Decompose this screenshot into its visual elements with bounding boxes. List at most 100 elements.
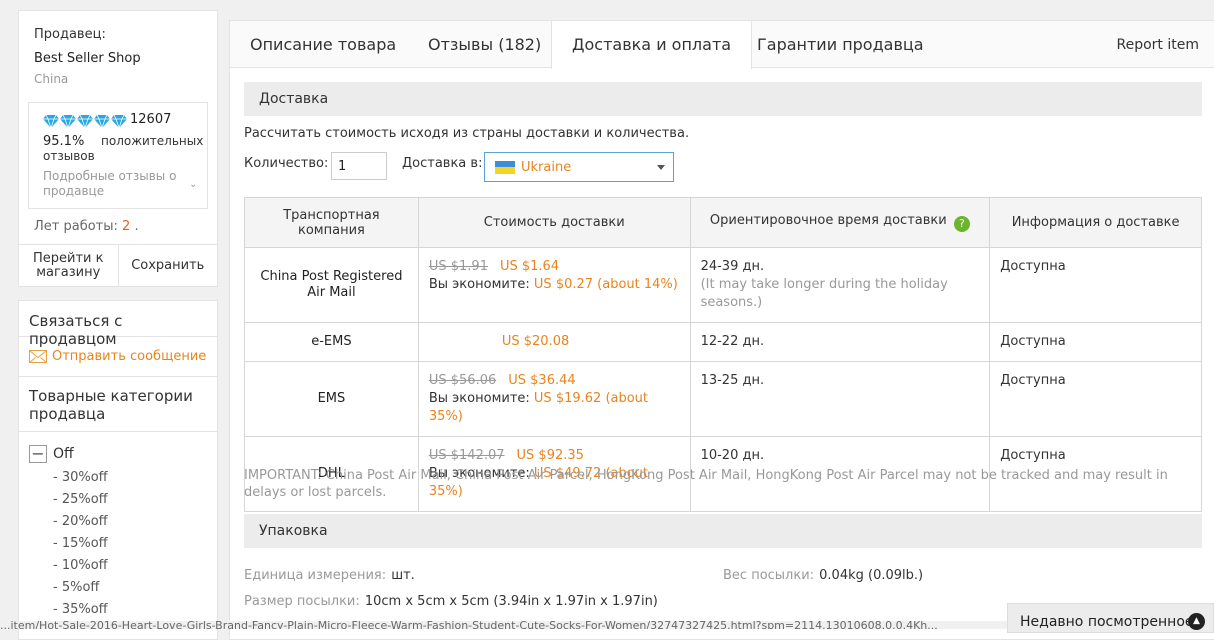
tab-guarantees[interactable]: Гарантии продавца bbox=[737, 21, 944, 68]
tab-reviews[interactable]: Отзывы (182) bbox=[408, 21, 561, 68]
tab-description[interactable]: Описание товара bbox=[230, 21, 416, 68]
table-row: e-EMS US $20.08 12-22 дн. Доступна bbox=[244, 322, 1202, 362]
table-row: EMS US $56.06 US $36.44 Вы экономите: US … bbox=[244, 361, 1202, 437]
seller-actions: Перейти к магазину Сохранить bbox=[19, 244, 217, 286]
carrier-info: Доступна bbox=[989, 361, 1202, 437]
ship-to-country-value: Ukraine bbox=[521, 159, 572, 175]
delivery-time: 13-25 дн. bbox=[700, 373, 765, 388]
carrier-cost: US $1.91 US $1.64 Вы экономите: US $0.27 … bbox=[417, 247, 691, 323]
carrier-info: Доступна bbox=[989, 322, 1202, 362]
ukraine-flag-icon bbox=[495, 160, 515, 174]
quantity-input[interactable] bbox=[331, 152, 387, 180]
go-to-store-button[interactable]: Перейти к магазину bbox=[19, 245, 119, 286]
seller-label: Продавец: bbox=[34, 27, 106, 42]
header-cost: Стоимость доставки bbox=[417, 197, 691, 248]
seller-rating-box: 12607 положительных отзывов 95.1% Подроб… bbox=[28, 102, 208, 209]
seller-shop-name[interactable]: Best Seller Shop bbox=[34, 51, 141, 66]
delivery-time: 24-39 дн. bbox=[700, 259, 765, 274]
packaging-size: Размер посылки: 10cm x 5cm x 5cm (3.94in… bbox=[244, 590, 658, 609]
carrier-cost: US $20.08 bbox=[417, 322, 691, 362]
seller-years-label: Лет работы: bbox=[34, 219, 118, 234]
header-time-label: Ориентировочное время доставки bbox=[709, 213, 947, 228]
carrier-name: China Post Registered Air Mail bbox=[244, 247, 419, 323]
category-item[interactable]: - 5%off bbox=[19, 577, 217, 599]
seller-score: 12607 bbox=[130, 112, 172, 127]
delivery-time: 12-22 дн. bbox=[700, 334, 765, 349]
header-info: Информация о доставке bbox=[989, 197, 1202, 248]
save-label: Вы экономите: bbox=[428, 391, 530, 406]
chevron-down-icon[interactable]: ⌄ bbox=[189, 179, 197, 190]
seller-diamonds bbox=[43, 114, 127, 128]
category-item[interactable]: - 25%off bbox=[19, 489, 217, 511]
packaging-unit-label: Единица измерения: bbox=[244, 568, 387, 583]
tab-shipping[interactable]: Доставка и оплата bbox=[551, 21, 753, 69]
carrier-cost: US $56.06 US $36.44 Вы экономите: US $19.… bbox=[417, 361, 691, 437]
packaging-weight-value: 0.04kg (0.09lb.) bbox=[819, 568, 924, 583]
shipping-section-title: Доставка bbox=[244, 82, 1202, 116]
seller-years-value: 2 bbox=[122, 219, 131, 234]
category-item[interactable]: - 35%off bbox=[19, 599, 217, 621]
price: US $36.44 bbox=[508, 373, 576, 388]
chevron-up-icon[interactable]: ▲ bbox=[1188, 613, 1205, 630]
carrier-name: e-EMS bbox=[244, 322, 419, 362]
header-time: Ориентировочное время доставки ? bbox=[689, 197, 991, 248]
contact-seller-title: Связаться с продавцом bbox=[19, 301, 217, 348]
save-store-button[interactable]: Сохранить bbox=[119, 245, 218, 286]
carrier-time: 13-25 дн. bbox=[689, 361, 991, 437]
detailed-feedback-link[interactable]: Подробные отзывы о продавце bbox=[43, 169, 183, 199]
packaging-unit-value: шт. bbox=[391, 568, 415, 583]
carrier-info: Доступна bbox=[989, 247, 1202, 323]
ship-to-country-select[interactable]: Ukraine bbox=[484, 152, 674, 182]
category-group-label: Off bbox=[53, 446, 74, 462]
category-item[interactable]: - 10%off bbox=[19, 555, 217, 577]
report-item-link[interactable]: Report item bbox=[1117, 21, 1200, 68]
shipping-table: Транспортная компания Стоимость доставки… bbox=[244, 197, 1202, 512]
diamond-icon bbox=[94, 114, 110, 128]
packaging-unit: Единица измерения: шт. bbox=[244, 564, 415, 583]
table-row: China Post Registered Air Mail US $1.91 U… bbox=[244, 247, 1202, 323]
diamond-icon bbox=[43, 114, 59, 128]
diamond-icon bbox=[77, 114, 93, 128]
recently-viewed-label: Недавно посмотренное bbox=[1020, 614, 1194, 630]
category-item[interactable]: - 30%off bbox=[19, 467, 217, 489]
category-group-off[interactable]: − Off bbox=[19, 432, 217, 467]
old-price: US $142.07 bbox=[428, 448, 505, 463]
packaging-size-label: Размер посылки: bbox=[244, 594, 360, 609]
seller-country: China bbox=[34, 72, 69, 86]
price: US $20.08 bbox=[501, 334, 570, 349]
seller-years-suffix: . bbox=[134, 219, 139, 234]
shipping-important-note: IMPORTANT: China Post Air Mail, China Po… bbox=[244, 468, 1168, 500]
price: US $92.35 bbox=[516, 448, 584, 463]
contact-card: Связаться с продавцом Отправить сообщени… bbox=[18, 300, 218, 640]
help-icon[interactable]: ? bbox=[953, 216, 970, 232]
envelope-icon bbox=[29, 350, 47, 363]
diamond-icon bbox=[111, 114, 127, 128]
old-price: US $1.91 bbox=[428, 259, 488, 274]
shipping-table-header: Транспортная компания Стоимость доставки… bbox=[244, 197, 1202, 248]
product-tabs: Описание товара Отзывы (182) Доставка и … bbox=[230, 21, 1214, 69]
packaging-weight: Вес посылки: 0.04kg (0.09lb.) bbox=[723, 564, 923, 583]
send-message-label: Отправить сообщение bbox=[52, 349, 207, 364]
old-price: US $56.06 bbox=[428, 373, 497, 388]
save-label: Вы экономите: bbox=[428, 277, 530, 292]
carrier-time: 24-39 дн. (It may take longer during the… bbox=[689, 247, 991, 323]
delivery-time-note: (It may take longer during the holiday s… bbox=[700, 277, 948, 310]
ship-to-label: Доставка в: bbox=[402, 156, 483, 171]
category-item[interactable]: - 20%off bbox=[19, 511, 217, 533]
status-bar-url: ...item/Hot-Sale-2016-Heart-Love-Girls-B… bbox=[0, 621, 1007, 629]
chevron-down-icon bbox=[657, 165, 665, 170]
product-details-panel: Описание товара Отзывы (182) Доставка и … bbox=[229, 20, 1214, 640]
seller-card: Продавец: Best Seller Shop China 12607 п… bbox=[18, 10, 218, 287]
collapse-icon[interactable]: − bbox=[29, 445, 47, 463]
price: US $1.64 bbox=[499, 259, 560, 274]
seller-years: Лет работы: 2 . bbox=[34, 219, 139, 234]
carrier-time: 12-22 дн. bbox=[689, 322, 991, 362]
category-item[interactable]: - 15%off bbox=[19, 533, 217, 555]
packaging-section-title: Упаковка bbox=[244, 514, 1202, 548]
packaging-weight-label: Вес посылки: bbox=[723, 568, 815, 583]
positive-feedback-pct: 95.1% bbox=[43, 134, 85, 149]
carrier-name: EMS bbox=[244, 361, 419, 437]
shipping-calc-text: Рассчитать стоимость исходя из страны до… bbox=[244, 126, 690, 141]
seller-categories-title: Товарные категории продавца bbox=[19, 377, 217, 432]
quantity-label: Количество: bbox=[244, 156, 329, 171]
